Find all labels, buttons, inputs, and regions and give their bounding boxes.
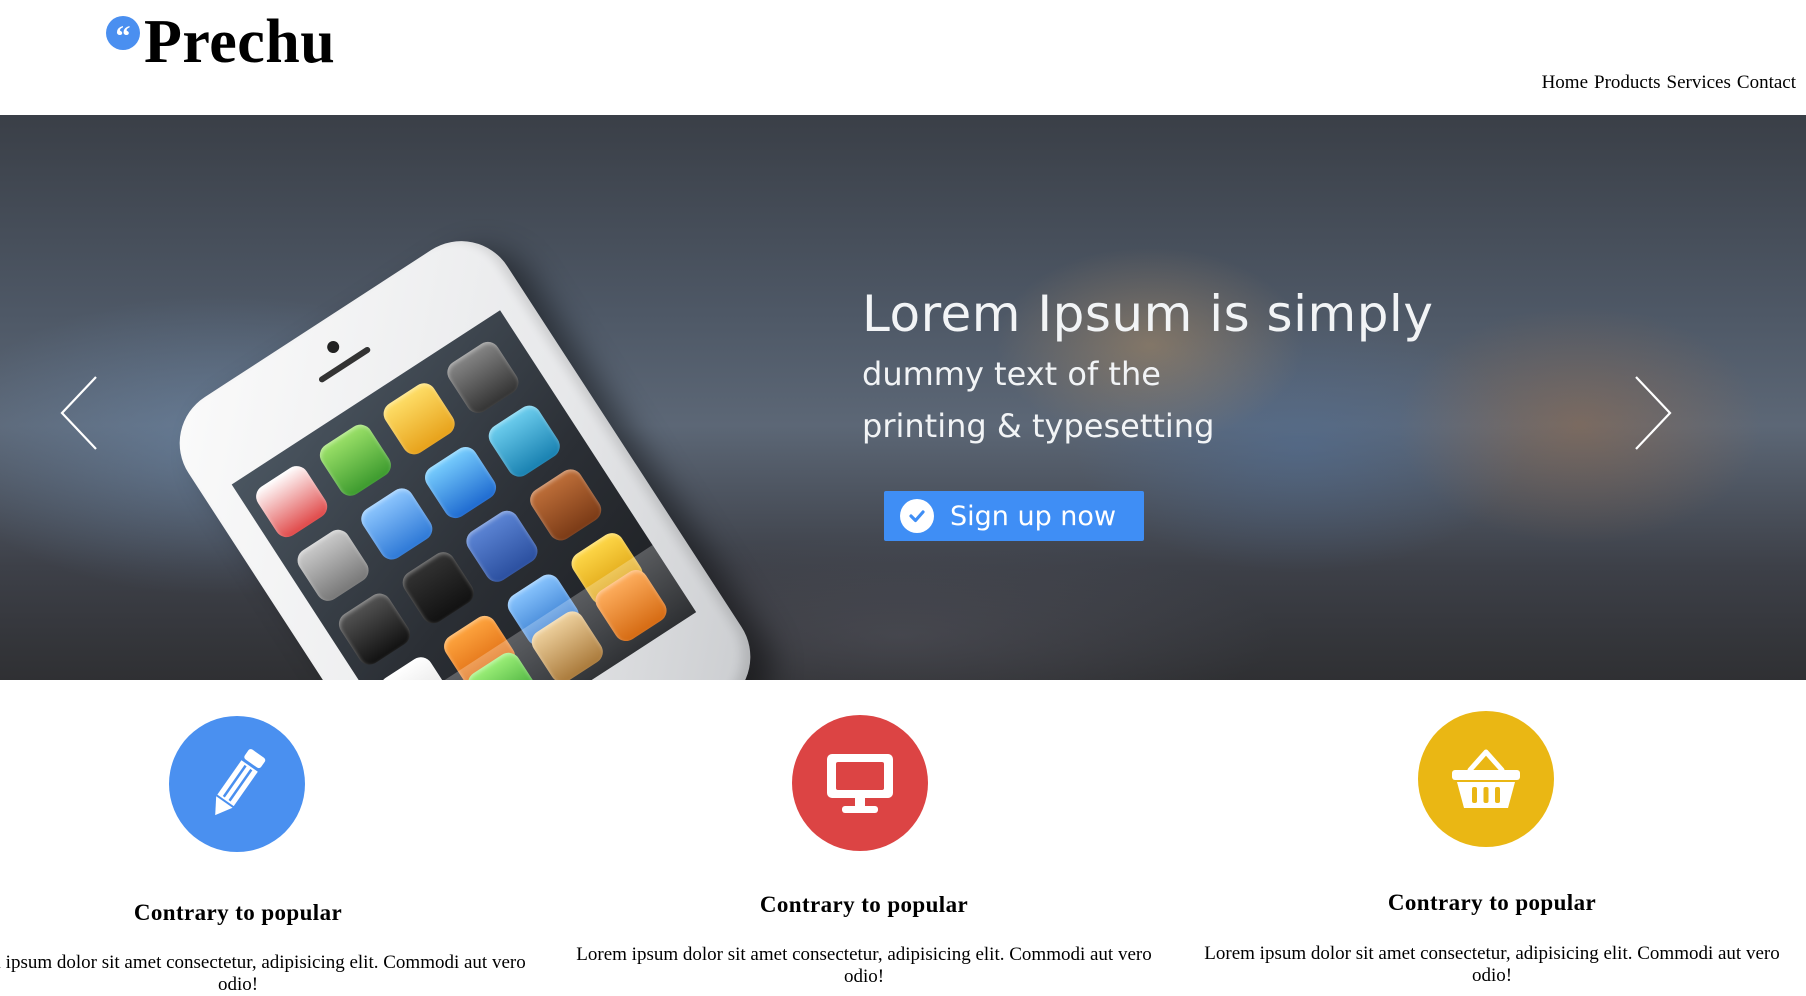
feature-text: Lorem ipsum dolor sit amet consectetur, …: [0, 952, 526, 995]
feature-text: Lorem ipsum dolor sit amet consectetur, …: [1204, 943, 1780, 986]
slider-prev-button[interactable]: [58, 376, 104, 450]
feature-title: Contrary to popular: [133, 900, 343, 925]
sign-up-button[interactable]: Sign up now: [884, 491, 1144, 541]
nav-home-link[interactable]: Home: [1542, 72, 1588, 94]
nav-products-link[interactable]: Products: [1594, 72, 1661, 94]
logo[interactable]: “ Prechu: [106, 8, 335, 76]
feature-text: Lorem ipsum dolor sit amet consectetur, …: [576, 944, 1152, 987]
site-header: “ Prechu Home Products Services Contact: [0, 0, 1806, 115]
hero-text: Lorem Ipsum is simply dummy text of the …: [862, 287, 1433, 452]
chevron-left-icon: [60, 376, 97, 450]
check-circle-icon: [900, 499, 934, 533]
pencil-icon: [169, 716, 305, 852]
quote-icon: “: [106, 16, 140, 52]
hero-title: Lorem Ipsum is simply: [862, 285, 1434, 343]
hero-slider: Lorem Ipsum is simply dummy text of the …: [0, 115, 1806, 680]
hero-subtitle-line1: dummy text of the: [862, 355, 1161, 393]
slider-next-button[interactable]: [1628, 376, 1674, 450]
hero-subtitle-line2: printing & typesetting: [862, 407, 1215, 445]
basket-icon: [1418, 711, 1554, 847]
nav-services-link[interactable]: Services: [1667, 72, 1731, 94]
main-nav: Home Products Services Contact: [1542, 72, 1796, 94]
chevron-right-icon: [1635, 376, 1672, 450]
feature-title: Contrary to popular: [1387, 890, 1597, 915]
phone-image: [158, 220, 772, 680]
monitor-icon: [792, 715, 928, 851]
feature-title: Contrary to popular: [759, 892, 969, 917]
sign-up-label: Sign up now: [950, 500, 1117, 532]
brand-name: Prechu: [144, 8, 336, 76]
nav-contact-link[interactable]: Contact: [1737, 72, 1796, 94]
